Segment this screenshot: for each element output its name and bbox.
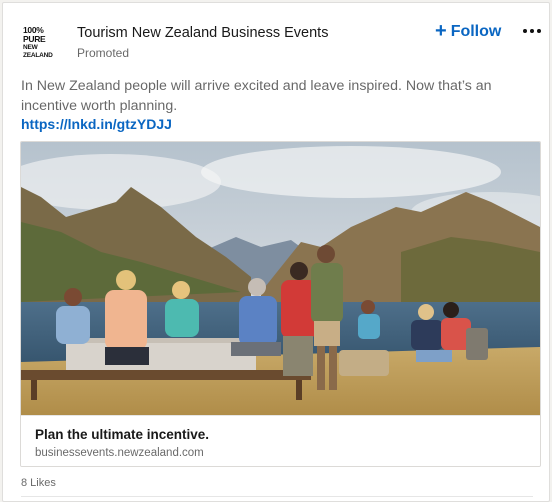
preview-photo (21, 142, 540, 415)
likes-count[interactable]: 8 Likes (21, 477, 56, 489)
more-horizontal-icon (523, 29, 527, 33)
divider (21, 496, 533, 497)
follow-button[interactable]: + Follow (435, 20, 501, 44)
company-logo[interactable]: 100% PURE NEW ZEALAND (23, 26, 67, 60)
preview-domain: businessevents.newzealand.com (35, 447, 204, 459)
feed-post-card: 100% PURE NEW ZEALAND Tourism New Zealan… (2, 2, 550, 502)
post-link[interactable]: https://lnkd.in/gtzYDJJ (21, 116, 172, 132)
follow-label: Follow (450, 23, 502, 40)
logo-line-2: NEW ZEALAND (23, 44, 53, 59)
post-body-text: In New Zealand people will arrive excite… (21, 78, 492, 114)
company-name[interactable]: Tourism New Zealand Business Events (77, 25, 328, 41)
promoted-label: Promoted (77, 46, 130, 60)
link-preview[interactable]: Plan the ultimate incentive. businesseve… (20, 141, 541, 467)
logo-line-1: 100% PURE (23, 25, 46, 44)
preview-headline[interactable]: Plan the ultimate incentive. (35, 427, 209, 442)
plus-icon: + (435, 20, 447, 42)
more-options-button[interactable] (519, 21, 545, 41)
preview-info: Plan the ultimate incentive. businesseve… (21, 415, 540, 466)
